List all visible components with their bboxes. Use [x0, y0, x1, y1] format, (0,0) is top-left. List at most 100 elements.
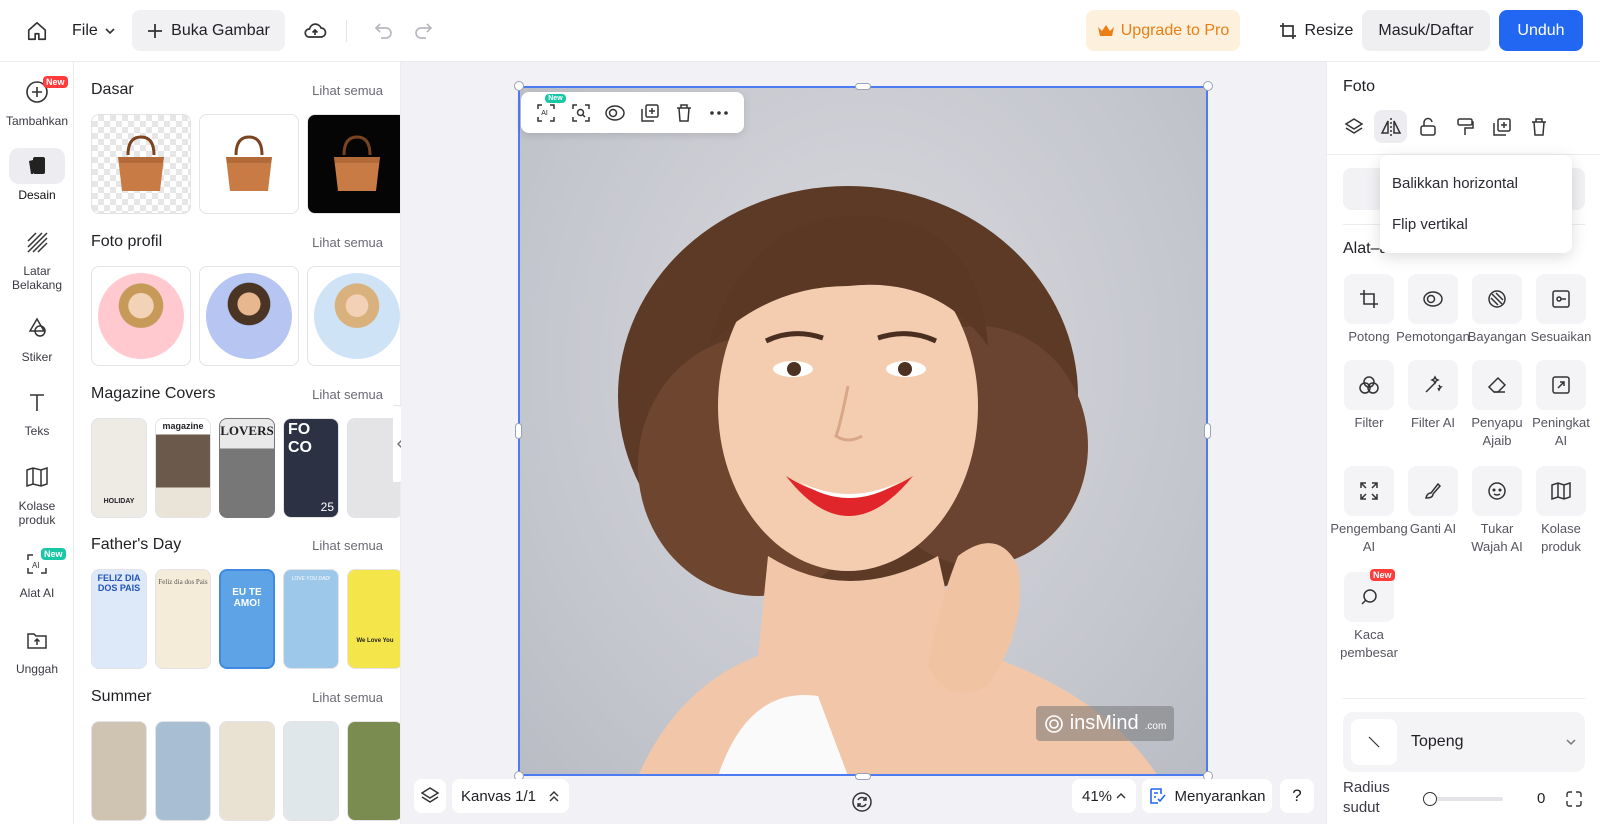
template-thumb[interactable]: HOLIDAY: [91, 418, 147, 518]
template-thumb[interactable]: We Love You: [347, 569, 400, 669]
template-thumb[interactable]: [283, 721, 339, 821]
template-thumb[interactable]: magazine: [155, 418, 211, 518]
tool-label: Filter: [1354, 415, 1384, 430]
rail-item-background[interactable]: Latar Belakang: [0, 224, 74, 292]
undo-button[interactable]: [369, 16, 399, 46]
template-thumb[interactable]: [219, 721, 275, 821]
delete-button[interactable]: [671, 100, 697, 126]
tool-label: Kaca pembesar: [1340, 627, 1398, 660]
upgrade-button[interactable]: Upgrade to Pro: [1086, 10, 1240, 51]
remove-background-button[interactable]: [602, 100, 628, 126]
duplicate-button[interactable]: [637, 100, 663, 126]
file-menu[interactable]: File: [72, 16, 116, 46]
see-all-link[interactable]: Lihat semua: [312, 235, 383, 250]
section-title: Dasar: [91, 81, 134, 98]
template-thumb[interactable]: FO CO 25: [283, 418, 339, 518]
more-options-button[interactable]: [706, 100, 732, 126]
tool-filter[interactable]: Filter: [1337, 360, 1401, 432]
template-thumb[interactable]: [307, 266, 400, 366]
radius-slider-track[interactable]: [1427, 797, 1503, 801]
home-button[interactable]: [20, 16, 54, 46]
template-thumb[interactable]: [307, 114, 400, 214]
shadow-icon: [1488, 290, 1506, 308]
tool-expand[interactable]: Pengembang AI: [1330, 466, 1408, 556]
copy-style-button[interactable]: [1448, 110, 1481, 143]
ai-enhance-button[interactable]: [568, 100, 594, 126]
zoom-control[interactable]: 41%: [1072, 779, 1136, 813]
mask-accordion[interactable]: Topeng: [1343, 712, 1585, 772]
resize-handle-top-left[interactable]: [514, 81, 524, 91]
template-thumb[interactable]: LOVE YOU DAD!: [283, 569, 339, 669]
cloud-save-button[interactable]: [300, 16, 330, 46]
template-thumb[interactable]: [155, 721, 211, 821]
resize-handle-top-right[interactable]: [1203, 81, 1213, 91]
template-thumb[interactable]: EU TE AMO!: [219, 569, 275, 669]
radius-value[interactable]: 0: [1537, 790, 1545, 807]
template-thumb[interactable]: [347, 721, 400, 821]
help-button[interactable]: ?: [1280, 779, 1314, 813]
tool-adjust[interactable]: Sesuaikan: [1529, 274, 1593, 346]
tool-replace[interactable]: Ganti AI: [1401, 466, 1465, 538]
see-all-link[interactable]: Lihat semua: [312, 83, 383, 98]
rail-item-text[interactable]: Teks: [0, 384, 74, 438]
ai-tools-button[interactable]: AI New: [533, 93, 566, 126]
template-thumb[interactable]: Feliz dia dos Pais: [155, 569, 211, 669]
tool-ai-filter[interactable]: Filter AI: [1401, 360, 1465, 432]
resize-button[interactable]: Resize: [1261, 10, 1371, 51]
tool-collage[interactable]: Kolase produk: [1529, 466, 1593, 556]
rail-item-ai-tools[interactable]: AI New Alat AI: [0, 546, 74, 600]
rail-item-label: Teks: [24, 424, 50, 438]
template-thumb[interactable]: [199, 266, 299, 366]
portrait-photo[interactable]: [518, 86, 1208, 776]
template-thumb[interactable]: [199, 114, 299, 214]
template-thumb[interactable]: LOVERS: [219, 418, 275, 518]
rail-item-sticker[interactable]: Stiker: [0, 310, 74, 364]
flip-button[interactable]: [1374, 110, 1407, 143]
template-thumb[interactable]: [91, 721, 147, 821]
section-header: Summer Lihat semua: [91, 685, 383, 709]
lock-button[interactable]: [1411, 110, 1444, 143]
resize-handle-right[interactable]: [1204, 423, 1211, 439]
section-title: Father's Day: [91, 536, 182, 553]
resize-handle-bottom[interactable]: [855, 773, 871, 780]
sync-button[interactable]: [850, 790, 874, 814]
tool-crop[interactable]: Potong: [1337, 274, 1401, 346]
tool-magic-eraser[interactable]: Penyapu Ajaib: [1465, 360, 1529, 450]
layer-order-button[interactable]: [1337, 110, 1370, 143]
delete-button-panel[interactable]: [1522, 110, 1555, 143]
tool-face-swap[interactable]: Tukar Wajah AI: [1465, 466, 1529, 556]
see-all-link[interactable]: Lihat semua: [312, 538, 383, 553]
template-thumb[interactable]: [91, 266, 191, 366]
resize-handle-top[interactable]: [855, 83, 871, 90]
rail-item-add[interactable]: New Tambahkan: [0, 74, 74, 128]
flip-horizontal-item[interactable]: Balikkan horizontal: [1392, 175, 1518, 192]
collage-icon: [26, 467, 48, 487]
redo-button[interactable]: [408, 16, 438, 46]
template-thumb[interactable]: [91, 114, 191, 214]
tool-shadow[interactable]: Bayangan: [1465, 274, 1529, 346]
canvas-pager[interactable]: Kanvas 1/1: [452, 779, 569, 813]
open-image-button[interactable]: Buka Gambar: [132, 10, 285, 51]
tool-label: Peningkat AI: [1532, 415, 1590, 448]
layers-button[interactable]: [414, 779, 446, 813]
radius-slider-knob[interactable]: [1423, 792, 1437, 806]
tool-enhancer[interactable]: Peningkat AI: [1529, 360, 1593, 450]
flip-vertical-item[interactable]: Flip vertikal: [1392, 216, 1468, 233]
rail-item-upload[interactable]: Unggah: [0, 622, 74, 676]
see-all-link[interactable]: Lihat semua: [312, 387, 383, 402]
rail-icon-wrap: AI New: [9, 546, 66, 582]
thumb-text: LOVERS: [220, 423, 274, 438]
rail-item-design[interactable]: Desain: [0, 148, 74, 202]
tool-cutout[interactable]: Pemotongan: [1396, 274, 1470, 346]
corner-radius-icon[interactable]: [1565, 790, 1583, 808]
duplicate-button-panel[interactable]: [1485, 110, 1518, 143]
see-all-link[interactable]: Lihat semua: [312, 690, 383, 705]
resize-handle-left[interactable]: [515, 423, 522, 439]
enhancer-icon: [1552, 376, 1570, 394]
suggest-button[interactable]: Menyarankan: [1142, 779, 1272, 813]
rail-item-collage[interactable]: Kolase produk: [0, 459, 74, 527]
download-button[interactable]: Unduh: [1499, 10, 1583, 51]
tool-magnifier[interactable]: New Kaca pembesar: [1337, 569, 1401, 662]
template-thumb[interactable]: FELIZ DIA DOS PAIS: [91, 569, 147, 669]
login-button[interactable]: Masuk/Daftar: [1362, 10, 1490, 51]
